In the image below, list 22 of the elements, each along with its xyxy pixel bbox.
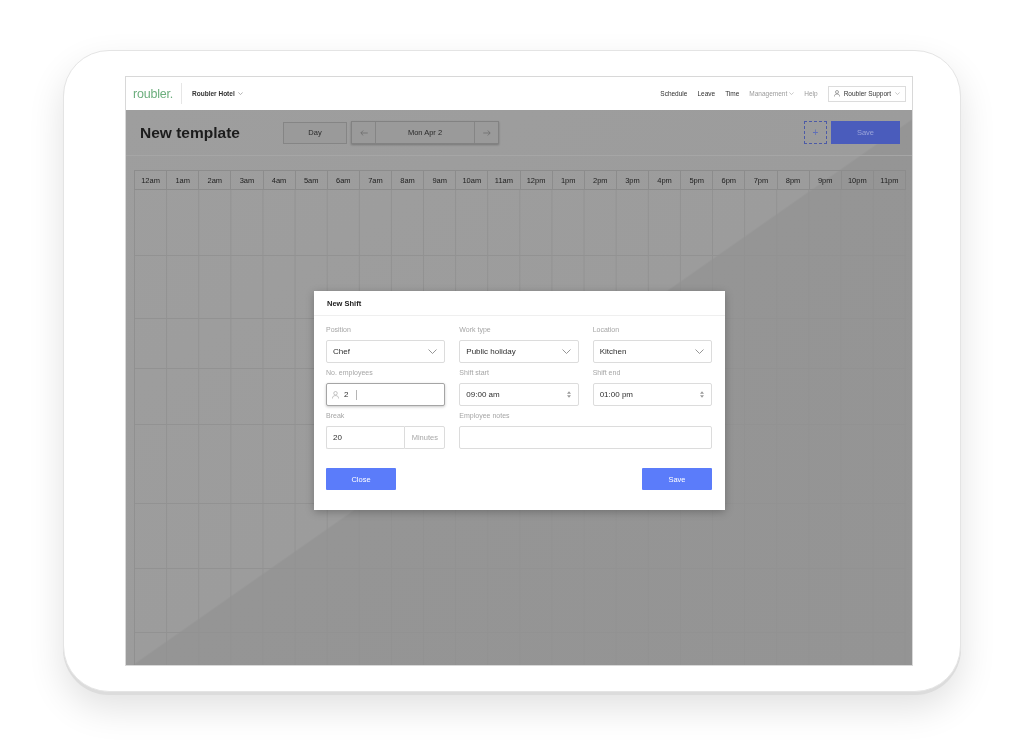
chevron-down-icon [789, 92, 795, 95]
break-input[interactable]: 20 [326, 426, 405, 449]
chevron-down-icon [428, 349, 438, 354]
select-field[interactable]: Kitchen [592, 340, 712, 363]
up-down-arrows-icon [566, 391, 571, 398]
chevron-down-icon [237, 92, 243, 95]
number-field[interactable]: 2 [326, 383, 446, 406]
chevron-down-icon [895, 92, 900, 95]
select-field[interactable]: Chef [326, 340, 446, 363]
chevron-down-icon [561, 349, 571, 354]
arrow-right-icon [482, 129, 491, 136]
notes-field[interactable] [459, 426, 712, 449]
person-icon [332, 390, 339, 399]
chevron-down-icon [695, 349, 704, 354]
page-title: New template [140, 123, 240, 142]
time-field[interactable]: 09:00 am [459, 383, 579, 406]
person-icon [833, 90, 840, 97]
select-field[interactable]: Public holiday [459, 340, 579, 363]
time-field[interactable]: 01:00 pm [592, 383, 712, 406]
up-down-arrows-icon [700, 391, 704, 398]
arrow-left-icon [359, 129, 368, 136]
text-cursor-icon [356, 389, 358, 400]
